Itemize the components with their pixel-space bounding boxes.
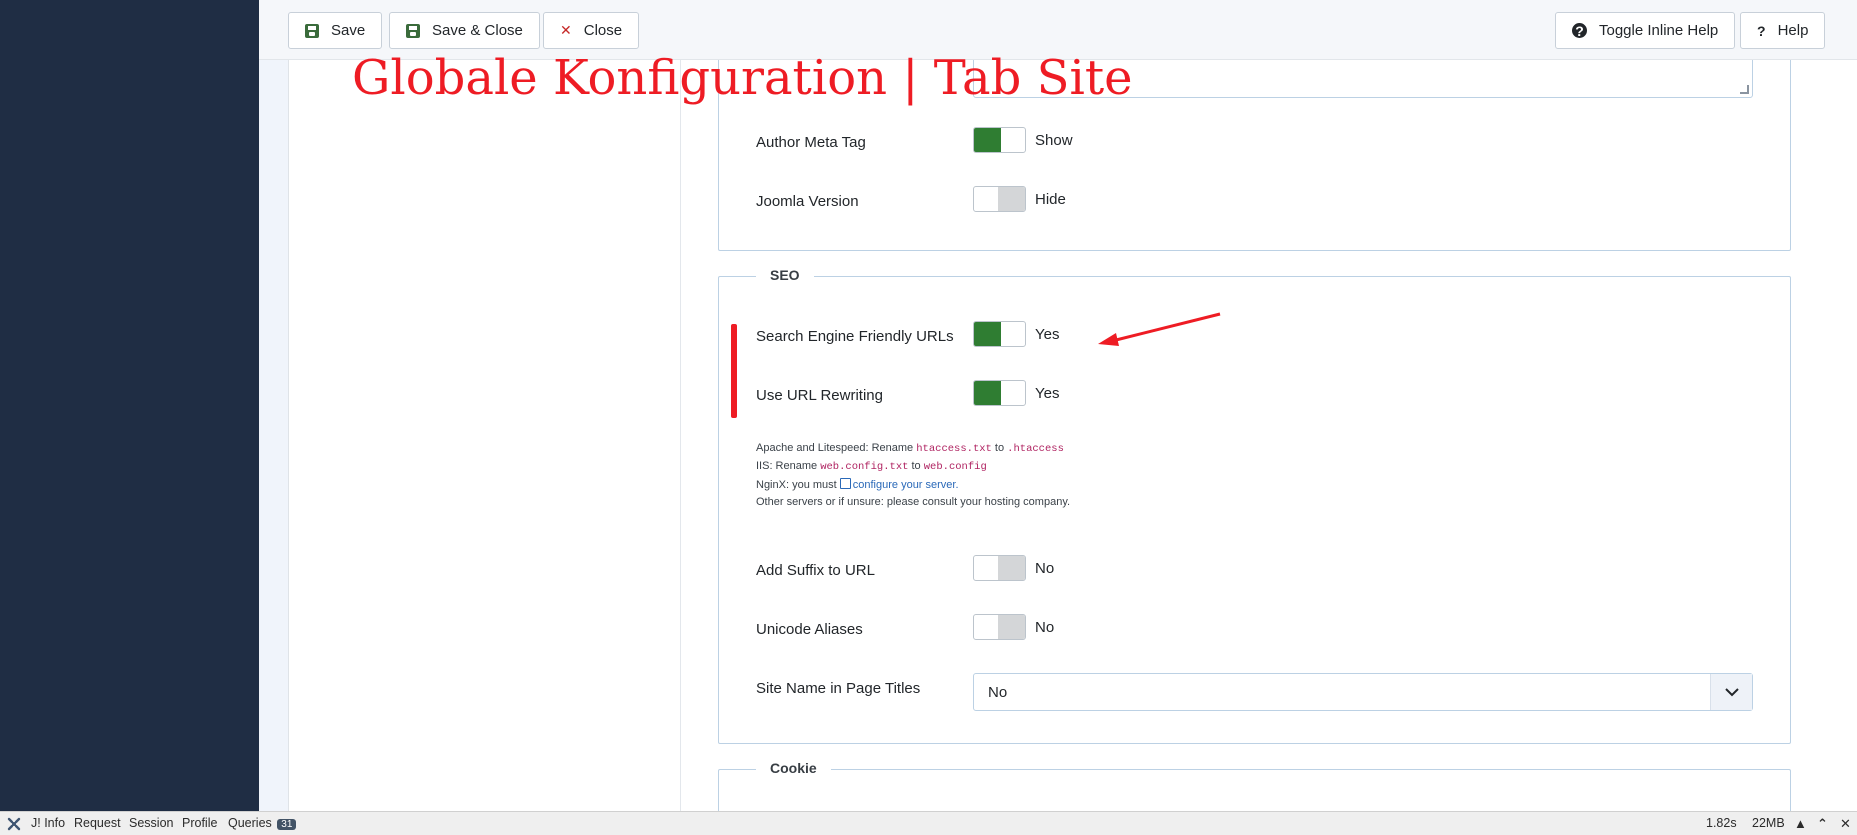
- annotation-arrow-icon: [1098, 312, 1221, 346]
- folder-open-icon[interactable]: ▲: [1794, 816, 1807, 831]
- hint-other: Other servers or if unsure: please consu…: [756, 496, 1071, 508]
- site-name-titles-value: No: [988, 683, 1008, 701]
- external-link-icon: [839, 478, 851, 489]
- author-meta-tag-value: Show: [1035, 132, 1073, 149]
- debug-info-tab[interactable]: J! Info: [31, 816, 65, 830]
- author-meta-tag-switch[interactable]: [973, 127, 1026, 153]
- toggle-inline-help-button[interactable]: ? Toggle Inline Help: [1555, 12, 1736, 49]
- add-suffix-switch[interactable]: [973, 555, 1026, 581]
- seo-legend: SEO: [756, 267, 814, 283]
- chevron-up-icon[interactable]: ⌃: [1817, 816, 1828, 832]
- unicode-aliases-value: No: [1035, 619, 1055, 636]
- help-button[interactable]: ? Help: [1740, 12, 1826, 49]
- queries-count-badge: 31: [277, 819, 297, 830]
- debug-time: 1.82s: [1706, 816, 1737, 830]
- hint-iis: IIS: Rename web.config.txt to web.config: [756, 460, 987, 473]
- hint-apache: Apache and Litespeed: Rename htaccess.tx…: [756, 442, 1064, 455]
- sef-urls-switch[interactable]: [973, 321, 1026, 347]
- sidebar: [0, 0, 259, 811]
- close-debug-icon[interactable]: ✕: [1840, 816, 1851, 832]
- configure-server-link[interactable]: configure your server.: [853, 479, 959, 491]
- sef-urls-label: Search Engine Friendly URLs: [756, 328, 954, 345]
- close-button[interactable]: ✕ Close: [543, 12, 640, 49]
- overlay-title: Globale Konfiguration | Tab Site: [352, 50, 1133, 106]
- url-rewriting-switch[interactable]: [973, 380, 1026, 406]
- joomla-logo-icon[interactable]: [7, 817, 21, 831]
- debug-bar: J! Info Request Session Profile Queries …: [0, 811, 1857, 835]
- site-name-titles-select[interactable]: No: [973, 673, 1753, 711]
- question-icon: ?: [1757, 22, 1766, 39]
- debug-request-tab[interactable]: Request: [74, 816, 121, 830]
- chevron-down-icon: [1710, 674, 1752, 710]
- debug-memory: 22MB: [1752, 816, 1785, 830]
- url-rewriting-label: Use URL Rewriting: [756, 387, 883, 404]
- debug-queries-tab[interactable]: Queries 31: [228, 816, 297, 830]
- save-close-button[interactable]: Save & Close: [389, 12, 540, 49]
- joomla-version-value: Hide: [1035, 191, 1066, 208]
- debug-session-tab[interactable]: Session: [129, 816, 173, 830]
- unicode-aliases-switch[interactable]: [973, 614, 1026, 640]
- question-circle-icon: ?: [1572, 23, 1587, 39]
- unicode-aliases-label: Unicode Aliases: [756, 621, 863, 638]
- cookie-legend: Cookie: [756, 760, 831, 776]
- column-divider: [680, 60, 681, 811]
- author-meta-tag-label: Author Meta Tag: [756, 134, 866, 151]
- debug-profile-tab[interactable]: Profile: [182, 816, 217, 830]
- joomla-version-label: Joomla Version: [756, 193, 859, 210]
- save-icon: [305, 23, 319, 38]
- sef-urls-value: Yes: [1035, 326, 1060, 343]
- site-name-titles-label: Site Name in Page Titles: [756, 680, 921, 697]
- add-suffix-label: Add Suffix to URL: [756, 562, 875, 579]
- close-icon: ✕: [560, 22, 572, 38]
- resize-grip-icon[interactable]: [1740, 85, 1749, 94]
- joomla-version-switch[interactable]: [973, 186, 1026, 212]
- save-icon: [406, 23, 420, 38]
- url-rewriting-value: Yes: [1035, 385, 1060, 402]
- hint-nginx: NginX: you must configure your server.: [756, 478, 959, 491]
- save-button[interactable]: Save: [288, 12, 383, 49]
- annotation-bar: [731, 324, 737, 418]
- add-suffix-value: No: [1035, 560, 1055, 577]
